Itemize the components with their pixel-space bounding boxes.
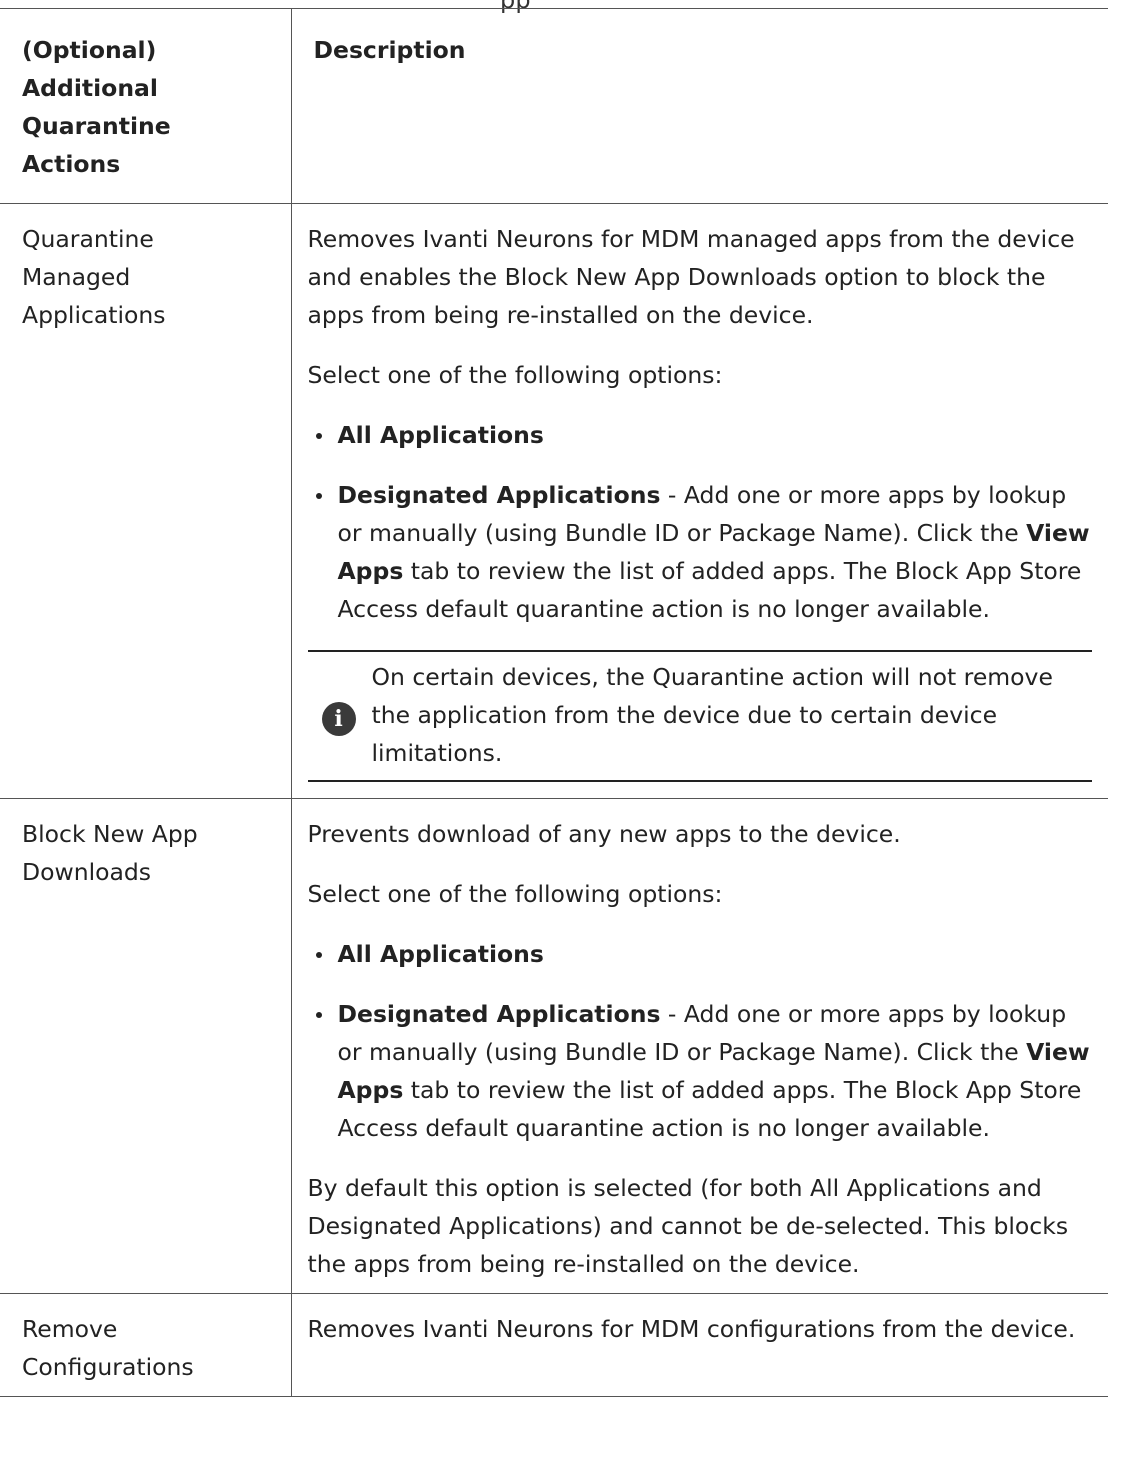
select-instruction: Select one of the following options: (307, 880, 723, 908)
description-intro: Removes Ivanti Neurons for MDM configura… (307, 1315, 1076, 1343)
description-cell: Removes Ivanti Neurons for MDM managed a… (290, 203, 1108, 799)
action-quarantine-managed-applications: Quarantine Managed Applications (0, 203, 292, 799)
action-line: Applications (22, 301, 166, 329)
action-line: Block New App (22, 820, 198, 848)
table-row: Block New App Downloads Prevents downloa… (0, 798, 1108, 1294)
options-list: All Applications Designated Applications… (308, 416, 1093, 628)
note-box: i On certain devices, the Quarantine act… (307, 650, 1092, 782)
action-line: Managed (22, 263, 131, 291)
option-all-applications: All Applications (308, 935, 1093, 973)
action-line: Downloads (22, 858, 152, 886)
info-icon: i (321, 702, 356, 736)
description-intro: Removes Ivanti Neurons for MDM managed a… (307, 225, 1075, 329)
description-cell: Prevents download of any new apps to the… (290, 798, 1108, 1294)
option-designated-applications: Designated Applications - Add one or mor… (308, 476, 1093, 628)
action-line: Quarantine (22, 225, 154, 253)
quarantine-actions-table: (Optional) Additional Quarantine Actions… (0, 8, 1108, 1397)
action-block-new-app-downloads: Block New App Downloads (0, 798, 292, 1294)
action-remove-configurations: Remove Configurations (0, 1293, 292, 1397)
action-line: Configurations (22, 1353, 194, 1381)
action-line: Remove (22, 1315, 118, 1343)
description-footer: By default this option is selected (for … (307, 1174, 1069, 1278)
table-row: Quarantine Managed Applications Removes … (0, 203, 1108, 799)
note-text: On certain devices, the Quarantine actio… (371, 663, 1053, 767)
header-actions-line-3: Quarantine Actions (22, 112, 171, 178)
header-description: Description (290, 8, 1108, 204)
select-instruction: Select one of the following options: (307, 361, 723, 389)
header-actions-line-1: (Optional) (22, 36, 157, 64)
option-designated-applications: Designated Applications - Add one or mor… (308, 995, 1093, 1147)
table-header-row: (Optional) Additional Quarantine Actions… (0, 8, 1108, 204)
header-actions: (Optional) Additional Quarantine Actions (0, 8, 292, 204)
table-row: Remove Configurations Removes Ivanti Neu… (0, 1293, 1108, 1397)
option-all-applications: All Applications (308, 416, 1093, 454)
description-cell: Removes Ivanti Neurons for MDM configura… (290, 1293, 1108, 1397)
header-actions-line-2: Additional (22, 74, 158, 102)
description-intro: Prevents download of any new apps to the… (307, 820, 901, 848)
options-list: All Applications Designated Applications… (308, 935, 1093, 1147)
